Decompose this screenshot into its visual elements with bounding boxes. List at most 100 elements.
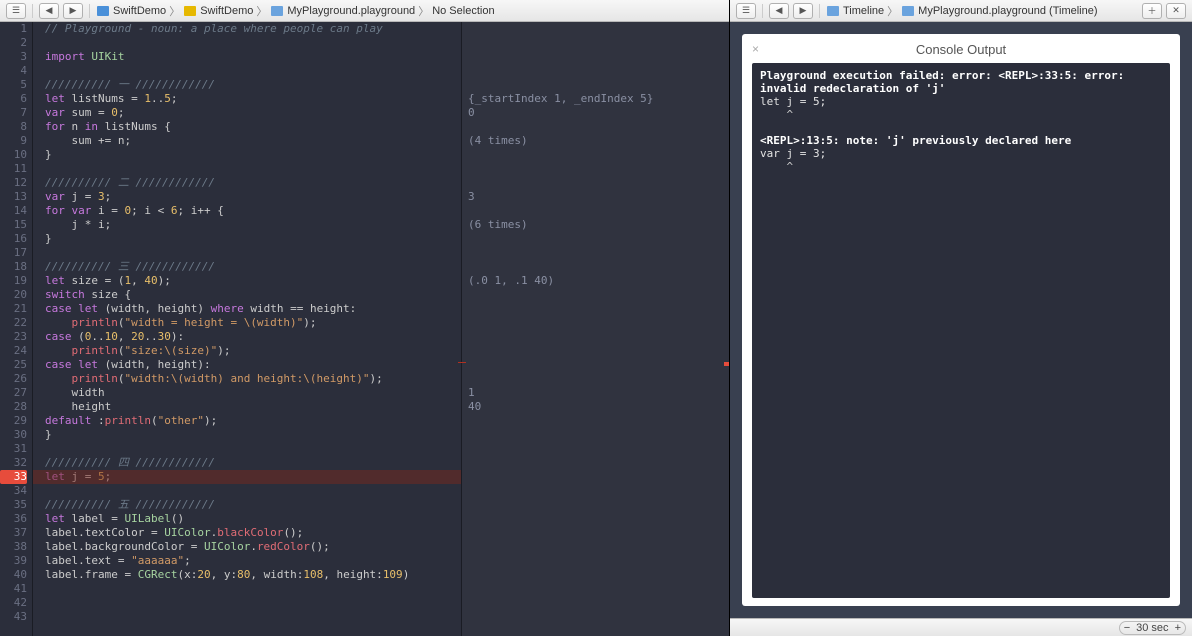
result-value xyxy=(462,456,729,470)
code-line[interactable]: } xyxy=(33,232,461,246)
folder-icon xyxy=(183,4,197,18)
editor-pane: ☰ ◀ ▶ SwiftDemo〉SwiftDemo〉MyPlayground.p… xyxy=(0,0,730,636)
minus-icon[interactable]: − xyxy=(1124,622,1130,634)
code-line[interactable]: case let (width, height) where width == … xyxy=(33,302,461,316)
code-line[interactable]: println("size:\(size)"); xyxy=(33,344,461,358)
result-value xyxy=(462,484,729,498)
back-button[interactable]: ◀ xyxy=(769,3,789,19)
code-line[interactable]: label.backgroundColor = UIColor.redColor… xyxy=(33,540,461,554)
code-line[interactable]: ////////// 二 //////////// xyxy=(33,176,461,190)
code-line[interactable]: import UIKit xyxy=(33,50,461,64)
assistant-pane: ☰ ◀ ▶ Timeline〉MyPlayground.playground (… xyxy=(730,0,1192,636)
code-line[interactable] xyxy=(33,582,461,596)
code-line[interactable]: width xyxy=(33,386,461,400)
code-line[interactable]: println("width = height = \(width)"); xyxy=(33,316,461,330)
code-line[interactable]: switch size { xyxy=(33,288,461,302)
result-value xyxy=(462,498,729,512)
result-value xyxy=(462,554,729,568)
result-value xyxy=(462,288,729,302)
result-value xyxy=(462,372,729,386)
code-line[interactable]: ////////// 四 //////////// xyxy=(33,456,461,470)
code-line[interactable] xyxy=(33,246,461,260)
add-assistant-button[interactable]: ＋ xyxy=(1142,3,1162,19)
code-line[interactable] xyxy=(33,610,461,624)
result-value xyxy=(462,470,729,484)
result-value xyxy=(462,358,729,372)
result-value: (6 times) xyxy=(462,218,729,232)
code-line[interactable]: var sum = 0; xyxy=(33,106,461,120)
forward-button[interactable]: ▶ xyxy=(63,3,83,19)
code-line[interactable]: j * i; xyxy=(33,218,461,232)
result-value: (.0 1, .1 40) xyxy=(462,274,729,288)
code-line[interactable]: height xyxy=(33,400,461,414)
result-value xyxy=(462,568,729,582)
related-items-icon[interactable]: ☰ xyxy=(736,3,756,19)
result-value xyxy=(462,540,729,554)
editor-toolbar: ☰ ◀ ▶ SwiftDemo〉SwiftDemo〉MyPlayground.p… xyxy=(0,0,729,22)
result-value xyxy=(462,162,729,176)
forward-button[interactable]: ▶ xyxy=(793,3,813,19)
result-value xyxy=(462,64,729,78)
code-line[interactable]: ////////// 三 //////////// xyxy=(33,260,461,274)
timeline-bottombar: − 30 sec + xyxy=(730,618,1192,636)
breadcrumb-label[interactable]: SwiftDemo xyxy=(200,5,253,17)
code-line[interactable] xyxy=(33,162,461,176)
console-body[interactable]: Playground execution failed: error: <REP… xyxy=(752,63,1170,598)
code-line[interactable] xyxy=(33,36,461,50)
code-line[interactable] xyxy=(33,442,461,456)
code-line[interactable]: case (0..10, 20..30): xyxy=(33,330,461,344)
code-line[interactable]: } xyxy=(33,148,461,162)
code-editor[interactable]: // Playground - noun: a place where peop… xyxy=(33,22,461,636)
code-line[interactable]: let listNums = 1..5; xyxy=(33,92,461,106)
result-value xyxy=(462,148,729,162)
timeline-duration-value: 30 sec xyxy=(1136,622,1168,634)
result-value: 1 xyxy=(462,386,729,400)
plus-icon[interactable]: + xyxy=(1175,622,1181,634)
result-value xyxy=(462,176,729,190)
result-value xyxy=(462,316,729,330)
code-line[interactable]: let label = UILabel() xyxy=(33,512,461,526)
code-line[interactable]: label.frame = CGRect(x:20, y:80, width:1… xyxy=(33,568,461,582)
breadcrumb[interactable]: SwiftDemo〉SwiftDemo〉MyPlayground.playgro… xyxy=(96,3,495,19)
code-line[interactable]: label.textColor = UIColor.blackColor(); xyxy=(33,526,461,540)
code-line[interactable]: var j = 3; xyxy=(33,190,461,204)
code-line[interactable] xyxy=(33,484,461,498)
result-value xyxy=(462,204,729,218)
code-line[interactable]: sum += n; xyxy=(33,134,461,148)
timeline-duration-stepper[interactable]: − 30 sec + xyxy=(1119,621,1186,635)
console-title: Console Output xyxy=(752,42,1170,57)
playground-icon xyxy=(901,4,915,18)
code-line[interactable]: default :println("other"); xyxy=(33,414,461,428)
code-line[interactable]: label.text = "aaaaaa"; xyxy=(33,554,461,568)
code-line[interactable]: } xyxy=(33,428,461,442)
result-value xyxy=(462,596,729,610)
back-button[interactable]: ◀ xyxy=(39,3,59,19)
breadcrumb-label[interactable]: No Selection xyxy=(432,5,494,17)
code-line[interactable]: ////////// 一 //////////// xyxy=(33,78,461,92)
code-line[interactable] xyxy=(33,596,461,610)
result-value xyxy=(462,232,729,246)
code-line[interactable]: for n in listNums { xyxy=(33,120,461,134)
result-value xyxy=(462,414,729,428)
code-line[interactable]: let size = (1, 40); xyxy=(33,274,461,288)
playground-icon xyxy=(270,4,284,18)
code-line[interactable]: // Playground - noun: a place where peop… xyxy=(33,22,461,36)
close-assistant-button[interactable]: ✕ xyxy=(1166,3,1186,19)
result-value xyxy=(462,50,729,64)
breadcrumb-label[interactable]: SwiftDemo xyxy=(113,5,166,17)
result-value xyxy=(462,120,729,134)
error-divider xyxy=(458,362,466,363)
breadcrumb-label[interactable]: Timeline xyxy=(843,5,884,17)
related-items-icon[interactable]: ☰ xyxy=(6,3,26,19)
result-value xyxy=(462,246,729,260)
result-value: 3 xyxy=(462,190,729,204)
breadcrumb-label[interactable]: MyPlayground.playground (Timeline) xyxy=(918,5,1097,17)
code-line[interactable]: case let (width, height): xyxy=(33,358,461,372)
code-line[interactable] xyxy=(33,64,461,78)
breadcrumb[interactable]: Timeline〉MyPlayground.playground (Timeli… xyxy=(826,3,1098,19)
breadcrumb-label[interactable]: MyPlayground.playground xyxy=(287,5,415,17)
result-value: (4 times) xyxy=(462,134,729,148)
code-line[interactable]: for var i = 0; i < 6; i++ { xyxy=(33,204,461,218)
code-line[interactable]: println("width:\(width) and height:\(hei… xyxy=(33,372,461,386)
code-line[interactable]: ////////// 五 //////////// xyxy=(33,498,461,512)
